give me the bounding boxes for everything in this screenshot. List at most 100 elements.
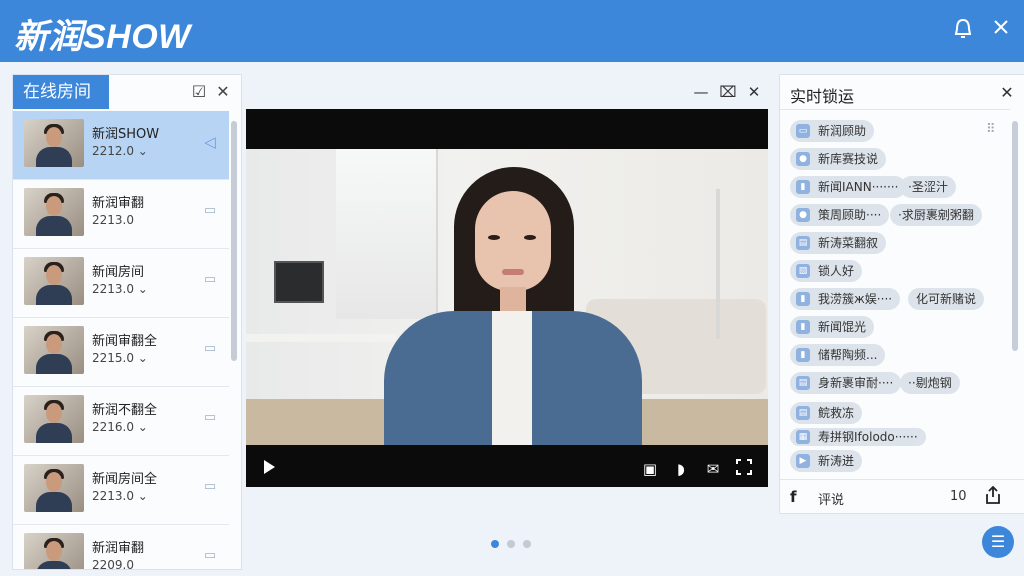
- room-count: 2213.0 ⌄: [92, 489, 148, 503]
- user-icon: ●: [796, 208, 810, 222]
- room-thumbnail: [24, 533, 84, 569]
- user-icon: ▤: [796, 376, 810, 390]
- room-name: 新闻房间全: [92, 472, 158, 487]
- chat-icon[interactable]: ▭: [201, 271, 219, 289]
- chat-message: ▮ 储帮陶频...: [790, 344, 886, 366]
- send-icon[interactable]: ◁: [201, 133, 219, 151]
- room-name: 新润SHOW: [92, 127, 160, 142]
- chat-message: ● 策周顾助····: [790, 204, 890, 226]
- room-item[interactable]: 新润不翻全 2216.0 ⌄ ▭: [13, 387, 229, 456]
- room-thumbnail: [24, 326, 84, 374]
- close-icon[interactable]: ✕: [998, 84, 1016, 102]
- room-item[interactable]: 新润SHOW 2212.0 ⌄ ◁: [13, 111, 229, 180]
- message-text: 新闻馄光: [818, 320, 867, 334]
- comment-button[interactable]: 评说: [818, 489, 844, 508]
- chat-icon[interactable]: ▭: [201, 409, 219, 427]
- room-thumbnail: [24, 395, 84, 443]
- facebook-icon[interactable]: f: [790, 488, 797, 506]
- play-icon[interactable]: [259, 459, 279, 479]
- pager-dot[interactable]: [507, 540, 515, 548]
- online-rooms-tab[interactable]: 在线房间: [13, 75, 109, 109]
- room-name: 新润不翻全: [92, 403, 158, 418]
- user-icon: ▤: [796, 406, 810, 420]
- chat-footer: f 评说 10: [780, 479, 1024, 514]
- chat-icon[interactable]: ▭: [201, 340, 219, 358]
- live-chat-panel: 实时锁运 ✕ ⠿ ▭ 新润顾助 ● 新库赛技说 ▮ 新闻IANN······· ·圣涩…: [779, 74, 1024, 514]
- room-item[interactable]: 新润审翻 2213.0 ▭: [13, 180, 229, 249]
- room-item[interactable]: 新闻房间全 2213.0 ⌄ ▭: [13, 456, 229, 525]
- room-name: 新润审翻: [92, 541, 145, 556]
- room-name: 新润审翻: [92, 196, 145, 211]
- menu-icon[interactable]: ☰: [982, 526, 1014, 558]
- room-list-scrollbar[interactable]: [231, 121, 237, 361]
- room-name: 新闻审翻全: [92, 334, 158, 349]
- close-icon[interactable]: ✕: [745, 83, 763, 101]
- room-count: 2212.0 ⌄: [92, 144, 148, 158]
- user-icon: ▮: [796, 348, 810, 362]
- message-text: 我涝簇ж娱····: [818, 292, 893, 306]
- message-icon[interactable]: ✉: [703, 459, 723, 479]
- chat-message-extra: 化可新赌说: [908, 288, 985, 310]
- volume-icon[interactable]: ◗: [671, 459, 691, 479]
- chat-message: ▤ 鲩救冻: [790, 402, 863, 424]
- chat-message: ▮ 新闻馄光: [790, 316, 875, 338]
- message-text: 策周顾助····: [818, 208, 882, 222]
- user-icon: ▮: [796, 180, 810, 194]
- online-rooms-panel: 在线房间 ☑ ✕ 新润SHOW 2212.0 ⌄ ◁ 新润审翻 2213.0 ▭…: [12, 74, 242, 570]
- grid-icon[interactable]: ⠿: [986, 122, 996, 137]
- pin-icon[interactable]: ⌧: [719, 83, 737, 101]
- chat-message: ▧ 锁人好: [790, 260, 863, 282]
- checkbox-icon[interactable]: ☑: [190, 83, 208, 101]
- message-text: 锁人好: [818, 264, 855, 278]
- message-text: 新库赛技说: [818, 152, 879, 166]
- pager-dot[interactable]: [523, 540, 531, 548]
- live-chat-title: 实时锁运: [790, 87, 855, 106]
- fullscreen-icon[interactable]: [734, 459, 754, 479]
- video-frame: [246, 149, 768, 445]
- chat-message: ● 新库赛技说: [790, 148, 887, 170]
- user-icon: ●: [796, 152, 810, 166]
- chat-message: ▶ 新涛迸: [790, 450, 863, 472]
- top-bar: 新润SHOW: [0, 0, 1024, 62]
- message-text: 鲩救冻: [818, 406, 855, 420]
- message-list: ⠿ ▭ 新润顾助 ● 新库赛技说 ▮ 新闻IANN······· ·圣涩汁 ● 策周顾助…: [780, 109, 1010, 480]
- close-icon[interactable]: ✕: [214, 83, 232, 101]
- room-list: 新润SHOW 2212.0 ⌄ ◁ 新润审翻 2213.0 ▭ 新闻房间 221…: [13, 111, 229, 569]
- room-count: 2213.0: [92, 213, 134, 227]
- room-count: 2213.0 ⌄: [92, 282, 148, 296]
- minimize-icon[interactable]: —: [692, 83, 710, 101]
- room-item[interactable]: 新闻审翻全 2215.0 ⌄ ▭: [13, 318, 229, 387]
- room-thumbnail: [24, 257, 84, 305]
- room-item[interactable]: 新润审翻 2209.0 ▭: [13, 525, 229, 569]
- bell-icon[interactable]: [951, 17, 975, 43]
- chat-icon[interactable]: ▭: [201, 478, 219, 496]
- room-count: 2215.0 ⌄: [92, 351, 148, 365]
- chat-message: ▦ 寿拼钢Ifolodo······: [790, 428, 926, 446]
- chat-scrollbar[interactable]: [1012, 121, 1018, 351]
- room-item[interactable]: 新闻房间 2213.0 ⌄ ▭: [13, 249, 229, 318]
- user-icon: ▧: [796, 264, 810, 278]
- close-icon[interactable]: [989, 17, 1013, 43]
- message-text: 储帮陶频...: [818, 348, 878, 362]
- message-text: 身新裹审耐····: [818, 376, 894, 390]
- video-player[interactable]: ▣ ◗ ✉: [246, 109, 768, 487]
- chat-icon[interactable]: ▭: [201, 547, 219, 565]
- chat-message: ▭ 新润顾助: [790, 120, 875, 142]
- chat-message: ▮ 我涝簇ж娱····: [790, 288, 901, 310]
- chat-message: ▮ 新闻IANN·······: [790, 176, 907, 198]
- subtitle-icon[interactable]: ▣: [640, 459, 660, 479]
- user-icon: ▶: [796, 454, 810, 468]
- chat-icon[interactable]: ▭: [201, 202, 219, 220]
- chat-message: ▤ 新涛菜翻叙: [790, 232, 887, 254]
- pager-dot-active[interactable]: [491, 540, 499, 548]
- room-count: 2209.0: [92, 558, 134, 569]
- user-icon: ▮: [796, 320, 810, 334]
- comment-count: 10: [950, 489, 967, 504]
- message-text: 寿拼钢Ifolodo······: [818, 430, 918, 444]
- app-title: 新润SHOW: [14, 18, 191, 56]
- room-thumbnail: [24, 119, 84, 167]
- message-text: 新闻IANN·······: [818, 180, 899, 194]
- share-icon[interactable]: [984, 485, 1002, 506]
- message-text: 新涛迸: [818, 454, 855, 468]
- chat-message-extra: ·求厨裹剜粥翻: [890, 204, 982, 226]
